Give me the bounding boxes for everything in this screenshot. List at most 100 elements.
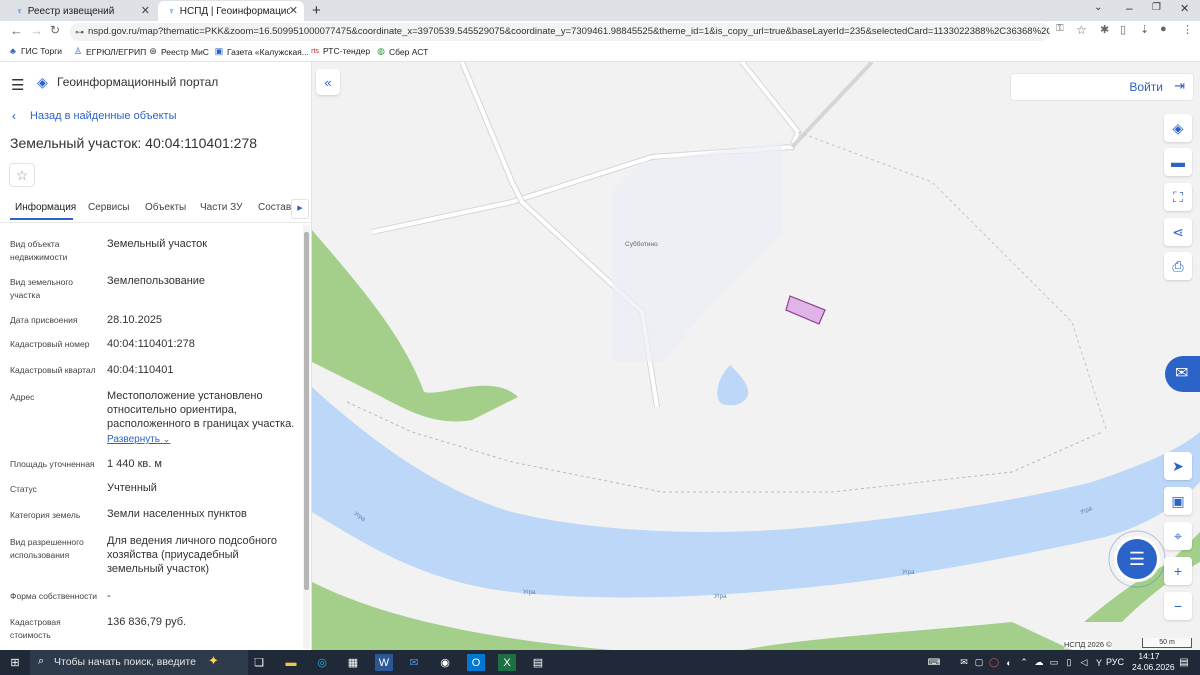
forward-arrow-icon[interactable]: → <box>30 23 43 38</box>
measure-button[interactable]: ▬ <box>1164 148 1192 176</box>
window-close-icon[interactable]: ✕ <box>1180 2 1189 15</box>
expand-address-link[interactable]: Развернуть ⌄ <box>107 434 170 445</box>
tab-services[interactable]: Сервисы <box>88 202 129 213</box>
taskbar-search-box[interactable]: ⌕ Чтобы начать поиск, введите ✦ <box>30 650 248 675</box>
language-indicator[interactable]: РУС <box>1106 657 1124 667</box>
edge-icon[interactable]: ◎ <box>313 654 331 671</box>
bookmark-gazeta[interactable]: ▣ Газета «Калужская... <box>214 46 309 57</box>
windows-start-icon[interactable]: ⊞ <box>6 654 24 671</box>
minimize-icon[interactable]: – <box>1126 1 1133 15</box>
login-button[interactable]: Войти ⇥ <box>1010 73 1194 101</box>
bookmark-rts[interactable]: rts РТС-тендер <box>310 46 370 56</box>
favorite-star-button[interactable]: ☆ <box>9 163 35 187</box>
bookmarks-bar: ♣ ГИС Торги ♙ ЕГРЮЛ/ЕГРИП ⊛ Реестр МиС ▣ Газ… <box>0 43 1200 62</box>
tab-parts[interactable]: Части ЗУ <box>200 202 242 213</box>
geolocation-button[interactable]: ➤ <box>1164 452 1192 480</box>
bookmark-sber-ast[interactable]: ◍ Сбер АСТ <box>376 46 428 57</box>
word-icon[interactable]: W <box>375 654 393 671</box>
minimap-icon: ▣ <box>1171 492 1185 509</box>
share-button[interactable]: ⋖ <box>1164 218 1192 246</box>
zoom-out-button[interactable]: − <box>1164 592 1192 620</box>
excel-icon[interactable]: X <box>498 654 516 671</box>
close-icon[interactable]: ✕ <box>141 4 150 17</box>
mail-icon[interactable]: ✉ <box>405 654 423 671</box>
login-arrow-icon: ⇥ <box>1174 78 1185 93</box>
select-area-button[interactable]: ⛶ <box>1164 183 1192 211</box>
profile-icon[interactable]: ● <box>1160 23 1167 35</box>
chrome-icon[interactable]: ◉ <box>436 654 454 671</box>
browser-tab-nspd[interactable]: ♆ НСПД | Геоинформационный п ✕ <box>158 1 304 21</box>
field-label: Дата присвоения <box>10 315 78 325</box>
gis-icon: ♣ <box>10 46 16 56</box>
scale-label: 50 m <box>1159 639 1175 646</box>
tab-objects[interactable]: Объекты <box>145 202 186 213</box>
close-icon[interactable]: ✕ <box>289 4 298 17</box>
zoom-in-button[interactable]: + <box>1164 557 1192 585</box>
newspaper-icon: ▣ <box>214 46 224 56</box>
chat-icon: ✉ <box>1175 365 1189 382</box>
site-icon: ♆ <box>168 6 175 16</box>
extensions-icon[interactable]: ✱ <box>1100 23 1109 36</box>
url-field[interactable]: ⊶ nspd.gov.ru/map?thematic=PKK&zoom=16.5… <box>70 23 1050 41</box>
bookmark-gis-torgi[interactable]: ♣ ГИС Торги <box>8 46 62 56</box>
password-key-icon[interactable]: ⚿ <box>1056 23 1064 34</box>
registry-icon: ⊛ <box>149 46 157 56</box>
reload-icon[interactable]: ↻ <box>50 23 60 37</box>
sidebar-icon[interactable]: ▯ <box>1120 23 1126 36</box>
scrollbar-thumb[interactable] <box>304 232 309 590</box>
feedback-tab[interactable]: ✉ <box>1165 356 1200 392</box>
address-bar-row: ← → ↻ ⊶ nspd.gov.ru/map?thematic=PKK&zoo… <box>0 21 1200 43</box>
forest-area <box>742 622 1072 650</box>
layers-icon: ◈ <box>1172 119 1184 136</box>
tabs-scroll-right-button[interactable]: ▶ <box>291 199 309 219</box>
clock-date: 24.06.2026 <box>1132 662 1175 672</box>
maximize-icon[interactable]: ❐ <box>1152 2 1161 13</box>
portal-title: Геоинформационный портал <box>57 75 219 89</box>
print-button[interactable]: ⎙ <box>1164 252 1192 280</box>
file-explorer-icon[interactable]: ▬ <box>282 654 300 671</box>
clock[interactable]: 14:17 24.06.2026 <box>1132 651 1175 673</box>
store-icon[interactable]: ▦ <box>344 654 362 671</box>
field-label: Кадастровый квартал <box>10 365 96 375</box>
menu-kebab-icon[interactable]: ⋮ <box>1182 23 1193 36</box>
new-tab-button[interactable]: + <box>312 2 321 19</box>
tab-label: Реестр извещений <box>27 5 115 17</box>
clock-time: 14:17 <box>1138 651 1160 661</box>
rts-icon: rts <box>311 47 319 55</box>
task-view-icon[interactable]: ❏ <box>250 654 268 671</box>
chevron-left-icon[interactable]: ‹ <box>12 109 16 123</box>
back-to-results-link[interactable]: Назад в найденные объекты <box>30 110 177 122</box>
site-info-icon[interactable]: ⊶ <box>75 23 84 41</box>
selected-parcel[interactable] <box>785 295 826 325</box>
sber-icon: ◍ <box>377 46 385 56</box>
minimap-button[interactable]: ▣ <box>1164 487 1192 515</box>
locate-button[interactable]: ⌖ <box>1164 522 1192 550</box>
river-label: Угра <box>902 570 915 576</box>
downloads-icon[interactable]: ⇣ <box>1140 23 1149 36</box>
collapse-panel-button[interactable]: « <box>316 69 340 95</box>
browser-tab-registry[interactable]: ♆ Реестр извещений ✕ <box>6 1 156 21</box>
layers-button[interactable]: ◈ <box>1164 114 1192 142</box>
hamburger-menu-icon[interactable]: ☰ <box>11 76 24 94</box>
notifications-icon[interactable]: ▤ <box>1175 654 1193 671</box>
tab-information[interactable]: Информация <box>15 202 76 213</box>
field-label: Категория земель <box>10 510 81 520</box>
expand-label: Развернуть <box>107 434 161 445</box>
outlook-icon[interactable]: O <box>467 654 485 671</box>
bookmark-label: Сбер АСТ <box>389 46 429 57</box>
ruler-icon: ▬ <box>1171 154 1185 170</box>
chat-assistant-button[interactable]: ☰ <box>1117 539 1157 579</box>
back-arrow-icon[interactable]: ← <box>10 23 23 38</box>
tab-composition[interactable]: Состав <box>258 202 291 213</box>
field-label: Кадастровый номер <box>10 339 90 349</box>
keyboard-icon[interactable]: ⌨ <box>925 654 943 671</box>
bookmark-label: Газета «Калужская... <box>227 46 309 57</box>
bookmark-egrul[interactable]: ♙ ЕГРЮЛ/ЕГРИП <box>73 46 146 57</box>
tab-search-icon[interactable]: ⌄ <box>1094 2 1102 13</box>
bookmark-reestr-mis[interactable]: ⊛ Реестр МиС <box>148 46 209 57</box>
windows-taskbar: ⊞ ⌕ Чтобы начать поиск, введите ✦ ❏ ▬ ◎ … <box>0 650 1200 675</box>
map-canvas[interactable]: Субботино Угра Угра Угра Угра Угра « Вой… <box>312 62 1200 650</box>
bookmark-star-icon[interactable]: ☆ <box>1076 23 1087 37</box>
calculator-icon[interactable]: ▤ <box>529 654 547 671</box>
portal-logo-icon: ◈ <box>37 74 48 90</box>
